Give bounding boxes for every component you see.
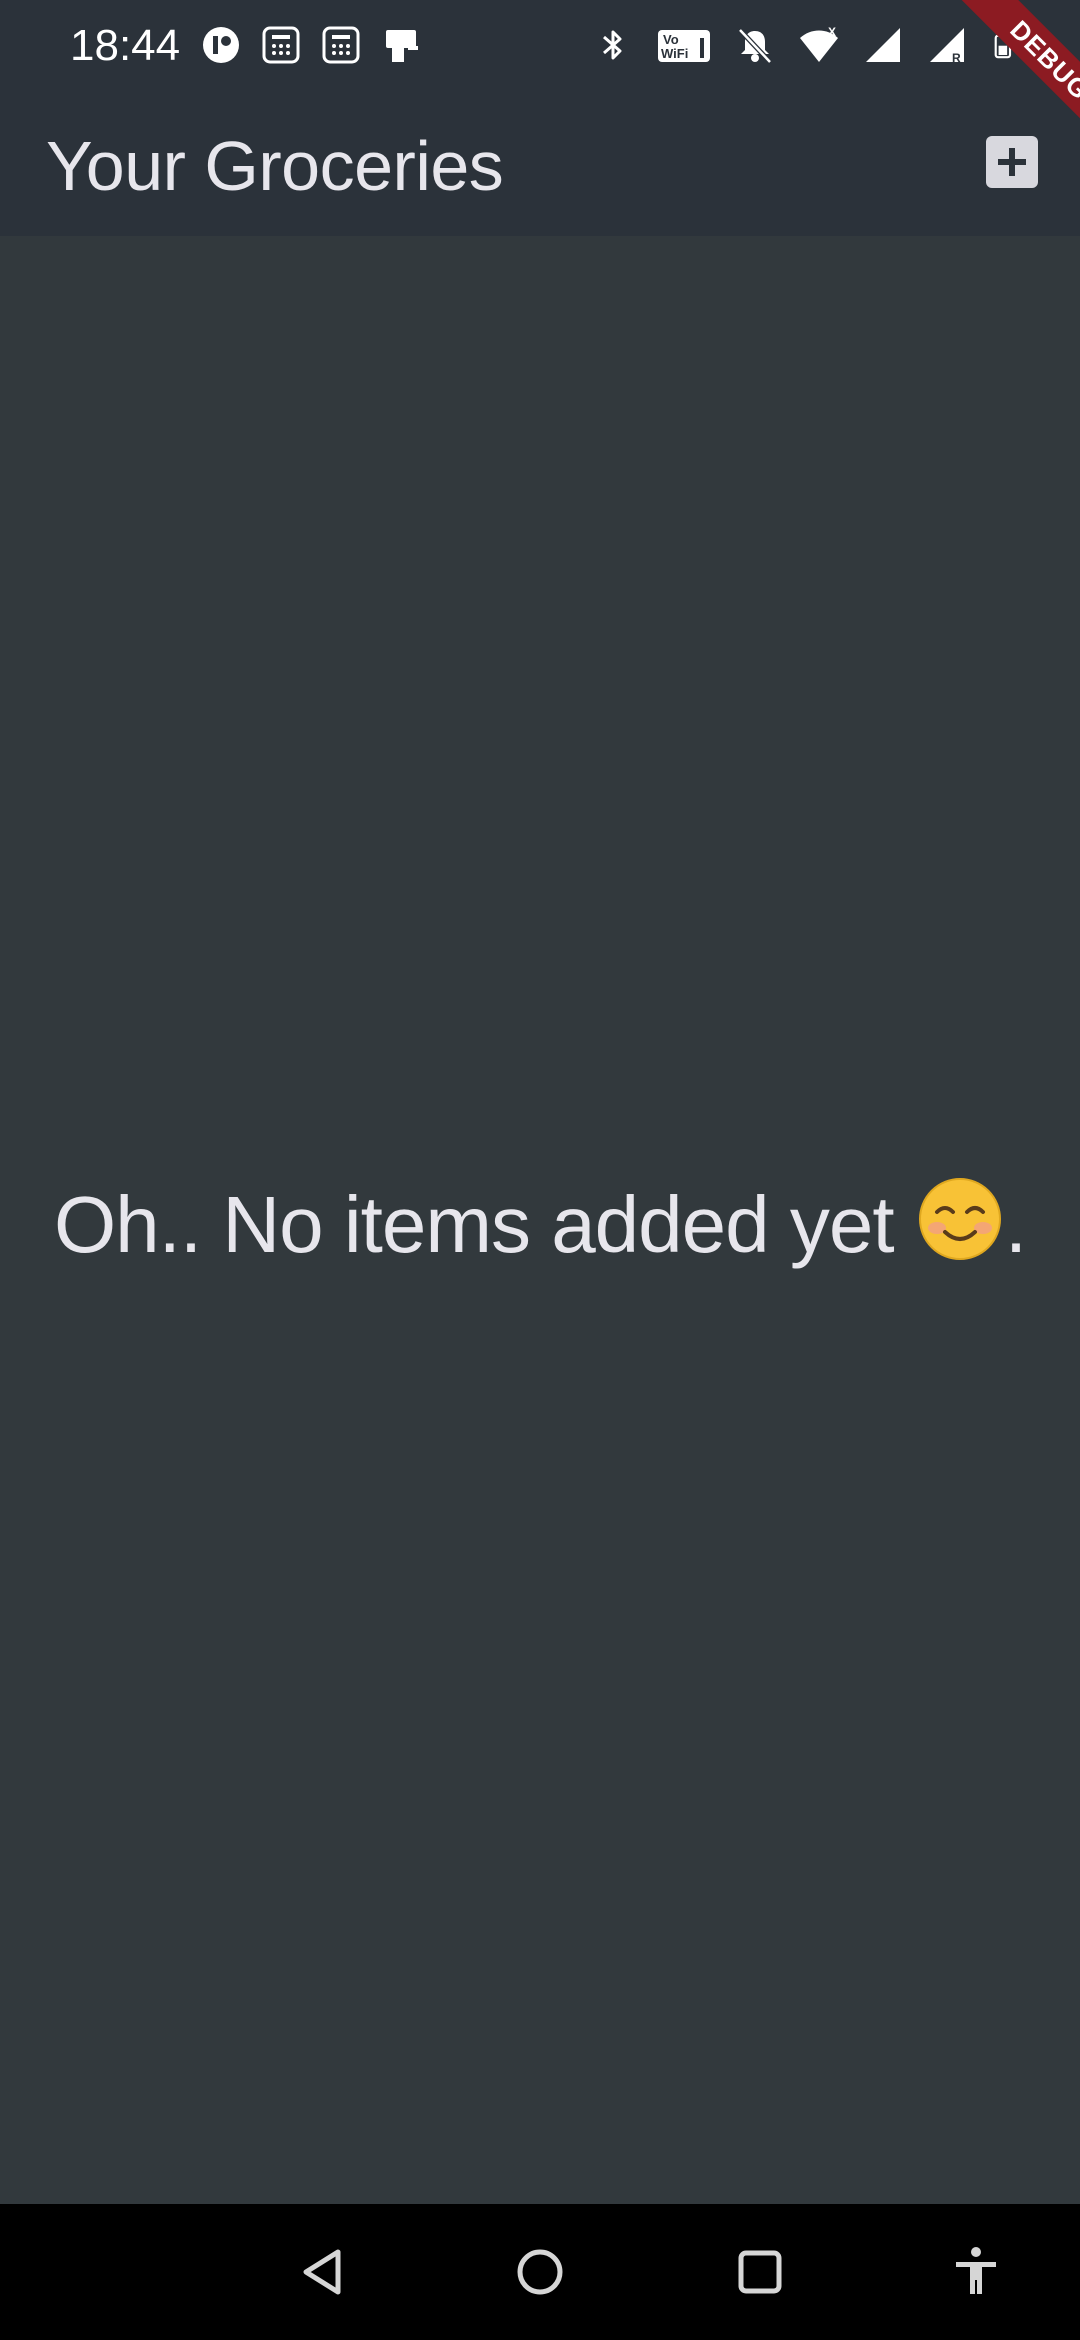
status-left-icons (200, 24, 422, 66)
plus-icon (998, 148, 1026, 176)
accessibility-button[interactable] (946, 2242, 1006, 2302)
app-notification-icon (203, 27, 239, 63)
svg-text:WiFi: WiFi (661, 46, 688, 61)
smiling-face-emoji (918, 1178, 1001, 1260)
add-item-button[interactable] (986, 136, 1038, 188)
page-title: Your Groceries (46, 127, 504, 205)
home-icon (517, 2249, 563, 2295)
status-right-icons: Vo WiFi X R (592, 24, 1020, 66)
home-button[interactable] (510, 2242, 570, 2302)
back-icon (303, 2249, 341, 2295)
wifi-icon: X (800, 25, 838, 62)
navigation-bar (0, 2204, 1080, 2340)
recents-button[interactable] (730, 2242, 790, 2302)
calculator-icon (322, 26, 360, 64)
vowifi-icon: Vo WiFi (658, 30, 710, 62)
card-payment-icon (386, 30, 418, 62)
signal-icon (866, 28, 900, 62)
battery-icon (994, 32, 1012, 59)
app-screen: 18:44 Vo WiFi X R Your Groceries DEBUG O… (0, 0, 1080, 2340)
status-bar: 18:44 Vo WiFi X R (0, 0, 1080, 92)
empty-state-message: Oh.. No items added yet . (0, 1176, 1080, 1271)
svg-text:X: X (828, 25, 836, 39)
empty-state-suffix: . (1004, 1180, 1027, 1269)
empty-state-text: Oh.. No items added yet (53, 1180, 895, 1269)
status-time: 18:44 (70, 21, 181, 70)
bluetooth-icon (603, 30, 622, 60)
recents-icon (738, 2250, 782, 2294)
calculator-icon (262, 26, 300, 64)
app-bar: Your Groceries (0, 92, 1080, 236)
svg-text:Vo: Vo (663, 32, 679, 47)
back-button[interactable] (294, 2242, 354, 2302)
bell-muted-icon (738, 28, 772, 64)
signal-roaming-icon: R (930, 28, 964, 65)
accessibility-icon (956, 2247, 996, 2294)
svg-text:R: R (952, 51, 961, 65)
